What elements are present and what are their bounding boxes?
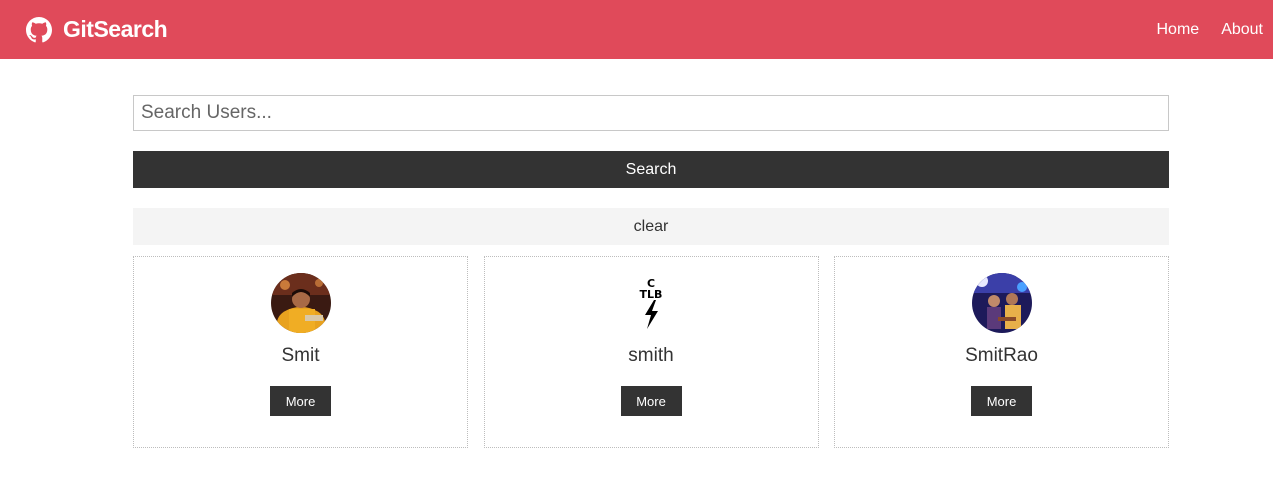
user-card: SmitRao More [834,256,1169,448]
user-card: C TLB smith More [483,256,819,448]
github-icon [26,16,52,43]
nav-links: Home About [1135,0,1264,59]
more-button[interactable]: More [971,386,1032,416]
brand[interactable]: GitSearch [26,0,168,59]
search-input[interactable] [133,95,1169,131]
user-card: Smit More [133,256,468,448]
nav-link-home[interactable]: Home [1157,21,1200,39]
username: SmitRao [965,345,1038,366]
nav-link-about[interactable]: About [1221,21,1263,39]
more-button[interactable]: More [620,386,682,416]
avatar [971,273,1032,333]
main-container: Search clear Smit More [133,95,1169,448]
svg-text:TLB: TLB [640,288,663,301]
username: Smit [281,345,320,366]
avatar: C TLB [621,273,681,333]
user-grid: Smit More C TLB smith More SmitRao More [133,256,1169,448]
username: smith [628,345,674,366]
navbar: GitSearch Home About [0,0,1273,59]
brand-title: GitSearch [63,16,168,42]
more-button[interactable]: More [270,386,331,416]
avatar [270,273,331,333]
search-button[interactable]: Search [133,151,1169,188]
clear-button[interactable]: clear [133,208,1169,245]
